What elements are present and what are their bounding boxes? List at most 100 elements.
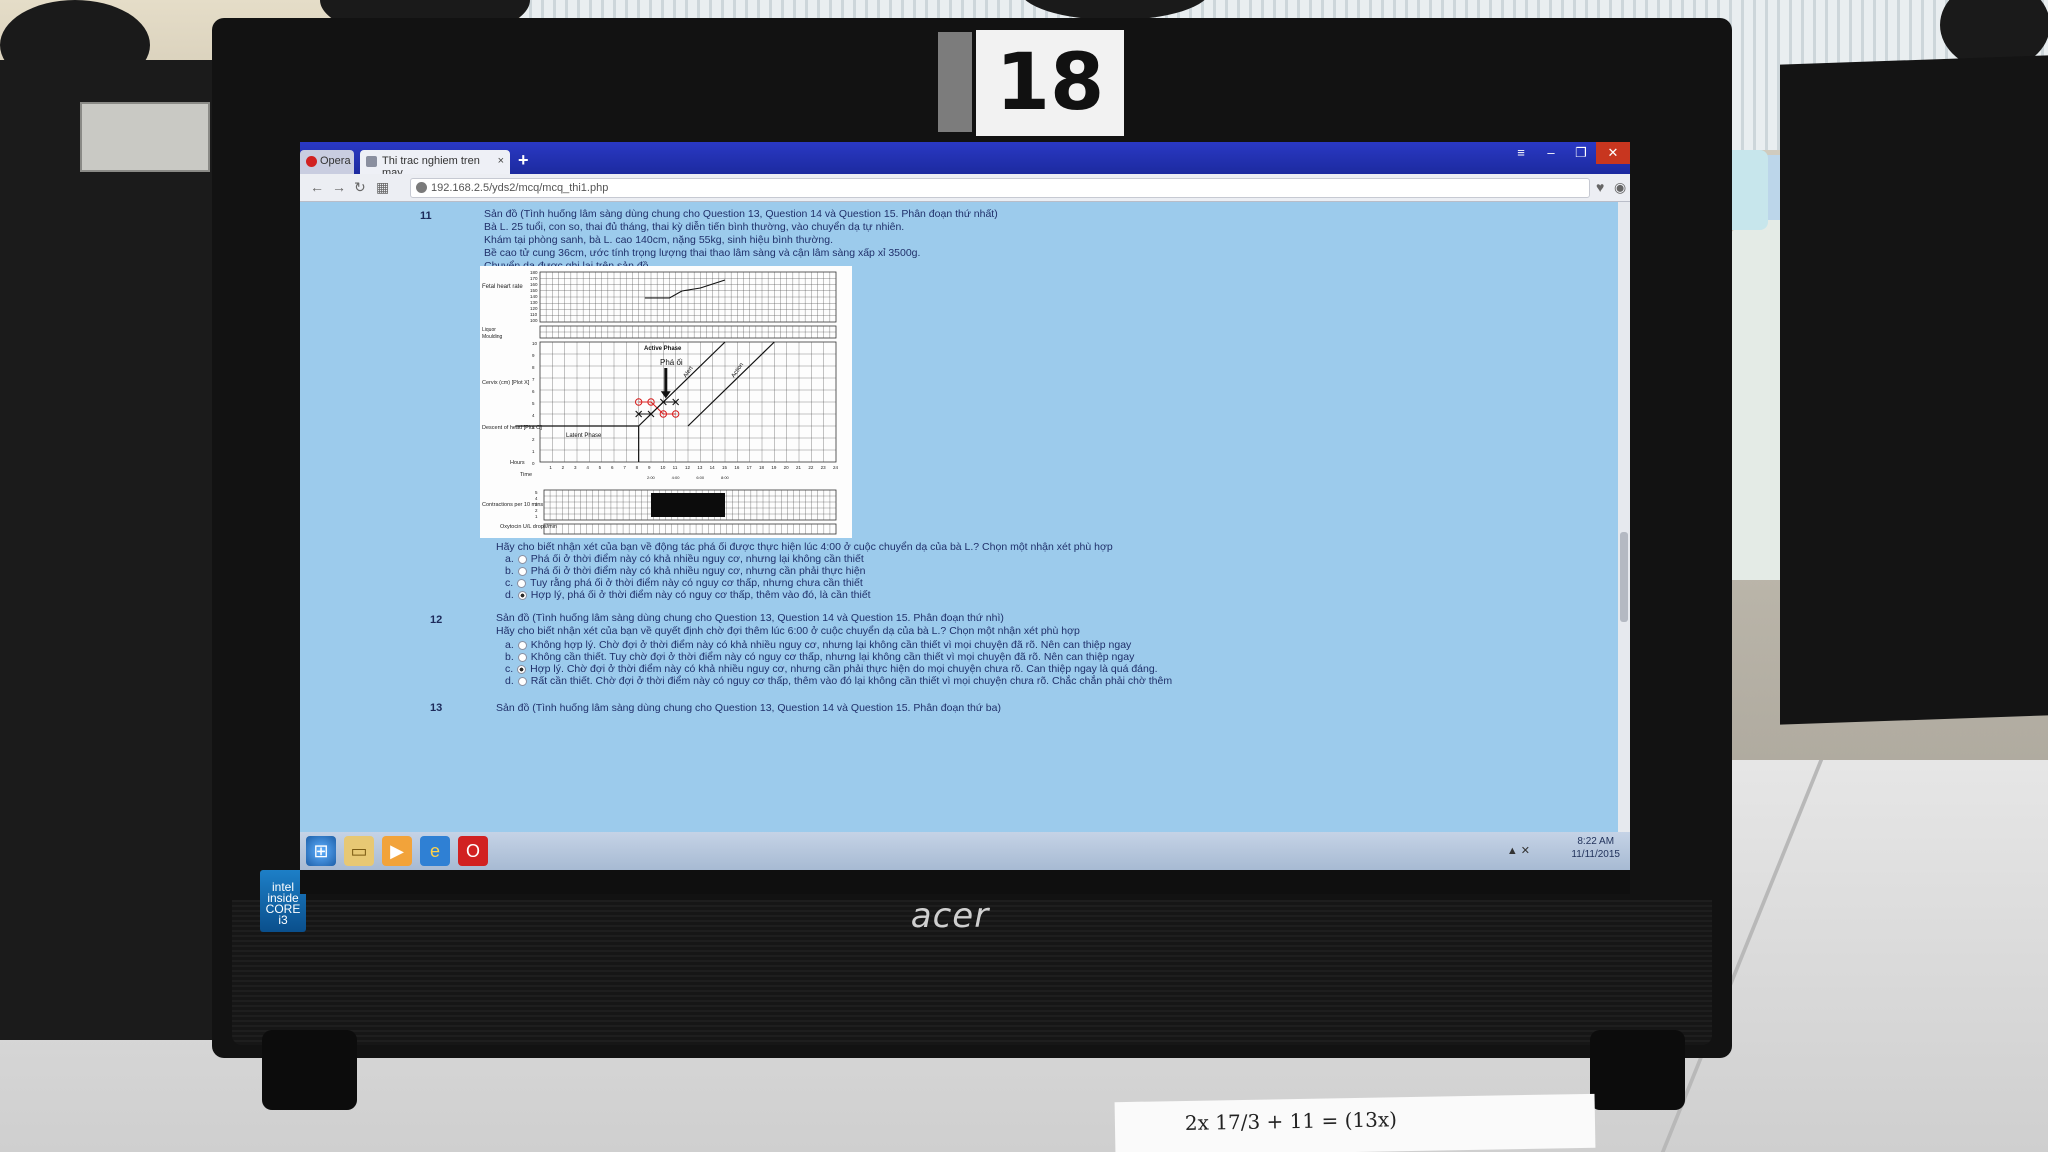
fhr-tick-label: 160 (530, 282, 538, 287)
option-radio-selected[interactable] (517, 590, 527, 600)
hour-tick-label: 17 (747, 465, 753, 470)
fhr-tick-label: 150 (530, 288, 538, 293)
option-letter: b. (505, 565, 514, 577)
fhr-tick-label: 100 (530, 318, 538, 323)
back-icon[interactable]: ← (310, 179, 324, 195)
media-player-icon[interactable]: ▶ (382, 836, 412, 866)
time-mark-label: 6:00 (696, 475, 705, 480)
fhr-tick-label: 110 (530, 312, 538, 317)
question-number: 12 (430, 614, 443, 626)
hour-tick-label: 21 (796, 465, 802, 470)
hour-tick-label: 22 (808, 465, 814, 470)
tab-exam[interactable]: Thi trac nghiem tren may × (360, 150, 510, 179)
answer-option[interactable]: d. Rất cần thiết. Chờ đợi ở thời điểm nà… (505, 675, 1172, 687)
time-mark-label: 4:00 (672, 475, 681, 480)
tray-network-icon[interactable]: ▲ ✕ (1507, 844, 1530, 857)
oxytocin-label: Oxytocin U/L drops/min (500, 524, 557, 530)
page-scrollbar[interactable] (1618, 202, 1630, 832)
monitor-foot-right (1590, 1030, 1685, 1110)
option-letter: c. (505, 577, 514, 589)
option-text: Không cần thiết. Tuy chờ đợi ở thời điểm… (530, 651, 1135, 663)
option-text: Tuy rằng phá ối ở thời điểm này có nguy … (530, 577, 863, 589)
clock-date: 11/11/2015 (1571, 849, 1620, 860)
option-text: Không hợp lý. Chờ đợi ở thời điểm này có… (530, 639, 1132, 651)
fhr-tick-label: 140 (530, 294, 538, 299)
option-radio-selected[interactable] (517, 664, 527, 674)
contractions-label: Contractions per 10 mins (482, 502, 543, 508)
minimize-button[interactable]: – (1536, 142, 1566, 164)
answer-option[interactable]: c. Tuy rằng phá ối ở thời điểm này có ng… (505, 577, 863, 589)
speed-dial-icon[interactable]: ▦ (376, 179, 389, 196)
hour-tick-label: 11 (673, 465, 678, 470)
option-radio[interactable] (517, 676, 527, 686)
question-text: Sản đồ (Tình huống lâm sàng dùng chung c… (496, 702, 1001, 715)
option-radio[interactable] (517, 554, 527, 564)
close-button[interactable]: ✕ (1596, 142, 1630, 164)
contractions-block (651, 493, 725, 517)
question-number: 13 (430, 702, 443, 714)
site-info-icon[interactable] (416, 182, 427, 193)
tape-strip (938, 32, 972, 132)
option-letter: b. (505, 651, 514, 663)
option-letter: d. (505, 589, 514, 601)
page-icon (366, 156, 377, 167)
forward-icon[interactable]: → (332, 179, 346, 195)
screen: Opera Thi trac nghiem tren may × + ≡ – ❐… (300, 142, 1630, 894)
bezel-lower (300, 870, 1630, 894)
menu-icon[interactable]: ≡ (1506, 142, 1536, 164)
time-mark-label: 2:00 (647, 475, 656, 480)
internet-explorer-icon[interactable]: e (420, 836, 450, 866)
answer-option[interactable]: a. Phá ối ở thời điểm này có khả nhiều n… (505, 553, 864, 565)
hours-label: Hours (510, 460, 525, 466)
option-letter: c. (505, 663, 514, 675)
account-icon[interactable]: ◉ (1614, 179, 1626, 196)
hour-tick-label: 19 (771, 465, 777, 470)
question-text: Sản đồ (Tình huống lâm sàng dùng chung c… (496, 612, 1080, 638)
windows-start-icon[interactable]: ⊞ (306, 836, 336, 866)
hour-tick-label: 12 (685, 465, 691, 470)
url-text: 192.168.2.5/yds2/mcq/mcq_thi1.php (431, 182, 609, 194)
cervix-label: Cervix (cm) [Plot X] (482, 380, 530, 386)
file-explorer-icon[interactable]: ▭ (344, 836, 374, 866)
url-field[interactable]: 192.168.2.5/yds2/mcq/mcq_thi1.php (410, 178, 1590, 198)
reload-icon[interactable]: ↻ (354, 179, 366, 196)
maximize-button[interactable]: ❐ (1566, 142, 1596, 164)
active-phase-label: Active Phase (644, 346, 682, 352)
answer-option[interactable]: b. Phá ối ở thời điểm này có khả nhiều n… (505, 565, 866, 577)
answer-option[interactable]: a. Không hợp lý. Chờ đợi ở thời điểm này… (505, 639, 1131, 651)
browser-titlebar: Opera Thi trac nghiem tren may × + ≡ – ❐… (300, 142, 1630, 179)
neighbor-monitor-right (1780, 55, 2048, 725)
new-tab-button[interactable]: + (518, 150, 529, 171)
opera-icon[interactable]: O (458, 836, 488, 866)
option-radio[interactable] (517, 640, 527, 650)
option-radio[interactable] (517, 578, 527, 588)
tab-close-icon[interactable]: × (498, 155, 504, 167)
exam-page: 11 Sản đồ (Tình huống lâm sàng dùng chun… (300, 202, 1618, 832)
question-line: Hãy cho biết nhận xét của bạn về quyết đ… (496, 625, 1080, 637)
option-text: Rất cần thiết. Chờ đợi ở thời điểm này c… (530, 675, 1173, 687)
hour-tick-label: 15 (722, 465, 728, 470)
option-text: Hợp lý, phá ối ở thời điểm này có nguy c… (530, 589, 871, 601)
hour-tick-label: 18 (759, 465, 765, 470)
heart-icon[interactable]: ♥ (1596, 179, 1604, 195)
scrollbar-thumb[interactable] (1620, 532, 1628, 622)
option-text: Phá ối ở thời điểm này có khả nhiều nguy… (530, 553, 864, 565)
fhr-tick-label: 120 (530, 306, 538, 311)
hour-tick-label: 13 (697, 465, 703, 470)
option-radio[interactable] (517, 566, 527, 576)
option-letter: d. (505, 675, 514, 687)
fhr-tick-label: 180 (530, 270, 538, 275)
time-mark-label: 8:00 (721, 475, 730, 480)
option-radio[interactable] (517, 652, 527, 662)
tab-opera-menu[interactable]: Opera (300, 150, 354, 174)
fhr-tick-label: 130 (530, 300, 538, 305)
system-clock[interactable]: 8:22 AM 11/11/2015 (1571, 835, 1620, 861)
answer-option[interactable]: c. Hợp lý. Chờ đợi ở thời điểm này có kh… (505, 663, 1158, 675)
answer-option[interactable]: d. Hợp lý, phá ối ở thời điểm này có ngu… (505, 589, 871, 601)
question-line: Bề cao tử cung 36cm, ước tính trọng lượn… (484, 247, 921, 259)
tab-opera-label: Opera (320, 155, 351, 167)
partograph-image: 180 170 160 150 140 130 120 110 100 10 9 8 7 6 5 4 3 2 1 0 1… (480, 266, 852, 538)
option-text: Phá ối ở thời điểm này có khả nhiều nguy… (530, 565, 866, 577)
answer-option[interactable]: b. Không cần thiết. Tuy chờ đợi ở thời đ… (505, 651, 1134, 663)
hour-tick-label: 24 (833, 465, 839, 470)
